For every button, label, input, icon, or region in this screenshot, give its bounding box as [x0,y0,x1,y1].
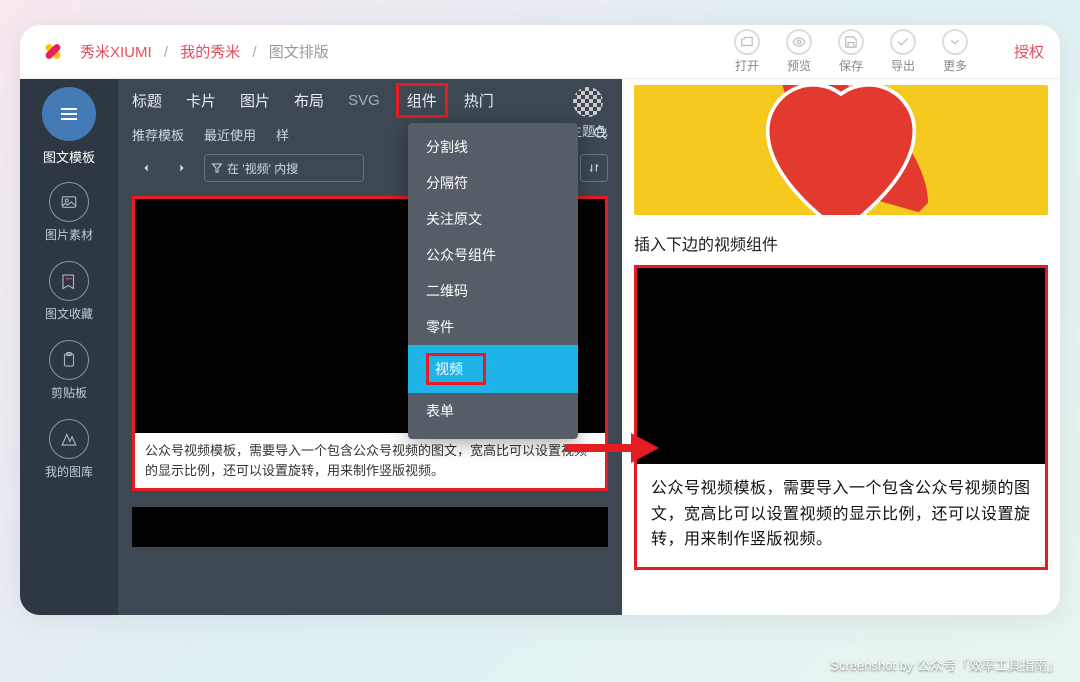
breadcrumb-sep: / [252,44,256,61]
open-button[interactable]: 打开 [734,29,760,74]
image-assets-icon [49,182,89,222]
breadcrumb: 秀米XIUMI / 我的秀米 / 图文排版 [80,41,329,62]
mid-column: 标题 卡片 图片 布局 SVG 组件 热门 主题色 推荐模板 最近使用 [118,79,622,615]
open-label: 打开 [735,57,759,74]
export-button[interactable]: 导出 [890,29,916,74]
tab-card[interactable]: 卡片 [186,90,216,111]
logo[interactable] [36,35,70,69]
tab-image[interactable]: 图片 [240,90,270,111]
dd-video[interactable]: 视频 [408,345,578,393]
preview-panel: 插入下边的视频组件 公众号视频模板，需要导入一个包含公众号视频的图文，宽高比可以… [622,79,1060,615]
more-label: 更多 [943,57,967,74]
inserted-video-desc: 公众号视频模板，需要导入一个包含公众号视频的图文，宽高比可以设置视频的显示比例，… [637,464,1045,567]
open-icon [734,29,760,55]
tab-component-highlight: 组件 [396,83,448,118]
swatch-icon [573,87,603,117]
forward-button[interactable] [168,154,196,182]
breadcrumb-current: 图文排版 [269,44,329,61]
watermark: Screenshot by 公众号「效率工具指南」 [830,655,1060,674]
more-button[interactable]: 更多 [942,29,968,74]
sidebar-item-my-library[interactable]: 我的图库 [45,419,93,480]
sidebar-item-image-assets[interactable]: 图片素材 [45,182,93,243]
breadcrumb-sep: / [164,44,168,61]
video-placeholder [132,507,608,547]
preview-label: 预览 [787,57,811,74]
dd-separator[interactable]: 分隔符 [408,165,578,201]
insert-label: 插入下边的视频组件 [634,231,1048,255]
save-label: 保存 [839,57,863,74]
preview-button[interactable]: 预览 [786,29,812,74]
dd-follow-original[interactable]: 关注原文 [408,201,578,237]
top-actions: 打开 预览 保存 导出 更多 授权 [734,29,1044,74]
dd-wechat-component[interactable]: 公众号组件 [408,237,578,273]
tab-title[interactable]: 标题 [132,90,162,111]
export-label: 导出 [891,57,915,74]
sort-button[interactable] [580,154,608,182]
more-icon [942,29,968,55]
video-placeholder [637,268,1045,464]
subtab-recent[interactable]: 最近使用 [204,125,256,144]
category-tabs: 标题 卡片 图片 布局 SVG 组件 热门 [118,79,622,121]
sidebar-item-label: 我的图库 [45,463,93,480]
templates-button[interactable] [42,87,96,141]
dd-parts[interactable]: 零件 [408,309,578,345]
breadcrumb-root[interactable]: 秀米XIUMI [80,44,152,61]
tab-layout[interactable]: 布局 [294,90,324,111]
main: 图文模板 图片素材 图文收藏 剪贴板 我的图库 [20,79,1060,615]
heart-image [634,85,1048,215]
side-rail: 图文模板 图片素材 图文收藏 剪贴板 我的图库 [20,79,118,615]
templates-label: 图文模板 [43,147,95,166]
inserted-video-component[interactable]: 公众号视频模板，需要导入一个包含公众号视频的图文，宽高比可以设置视频的显示比例，… [634,265,1048,570]
dd-form[interactable]: 表单 [408,393,578,429]
component-dropdown: 分割线 分隔符 关注原文 公众号组件 二维码 零件 视频 表单 [408,123,578,439]
search-placeholder: 在 '视频' 内搜 [227,160,298,177]
save-icon [838,29,864,55]
template-card-desc: 公众号视频模板，需要导入一个包含公众号视频的图文，宽高比可以设置视频的显示比例，… [135,433,605,488]
template-card[interactable] [132,507,608,547]
dd-divider-line[interactable]: 分割线 [408,129,578,165]
subtab-recommended[interactable]: 推荐模板 [132,125,184,144]
tab-hot[interactable]: 热门 [464,90,494,111]
auth-link[interactable]: 授权 [1014,41,1044,62]
preview-icon [786,29,812,55]
dd-qrcode[interactable]: 二维码 [408,273,578,309]
left-panel: 图文模板 图片素材 图文收藏 剪贴板 我的图库 [20,79,622,615]
tab-svg[interactable]: SVG [348,92,380,109]
sidebar-item-label: 图文收藏 [45,305,93,322]
topbar: 秀米XIUMI / 我的秀米 / 图文排版 打开 预览 保存 导出 [20,25,1060,79]
save-button[interactable]: 保存 [838,29,864,74]
dd-video-highlight: 视频 [426,353,486,385]
sidebar-item-clipboard[interactable]: 剪贴板 [49,340,89,401]
clipboard-icon [49,340,89,380]
sidebar-item-label: 图片素材 [45,226,93,243]
favorites-icon [49,261,89,301]
breadcrumb-mine[interactable]: 我的秀米 [180,44,240,61]
arrow-icon [565,433,665,463]
my-library-icon [49,419,89,459]
tab-component[interactable]: 组件 [407,90,437,111]
back-button[interactable] [132,154,160,182]
sidebar-item-favorites[interactable]: 图文收藏 [45,261,93,322]
app-window: 秀米XIUMI / 我的秀米 / 图文排版 打开 预览 保存 导出 [20,25,1060,615]
search-input[interactable]: 在 '视频' 内搜 [204,154,364,182]
sidebar-item-label: 剪贴板 [51,384,87,401]
subtab-sample[interactable]: 样 [276,125,289,144]
filter-icon [211,162,223,174]
heart-icon [711,85,971,215]
export-icon [890,29,916,55]
